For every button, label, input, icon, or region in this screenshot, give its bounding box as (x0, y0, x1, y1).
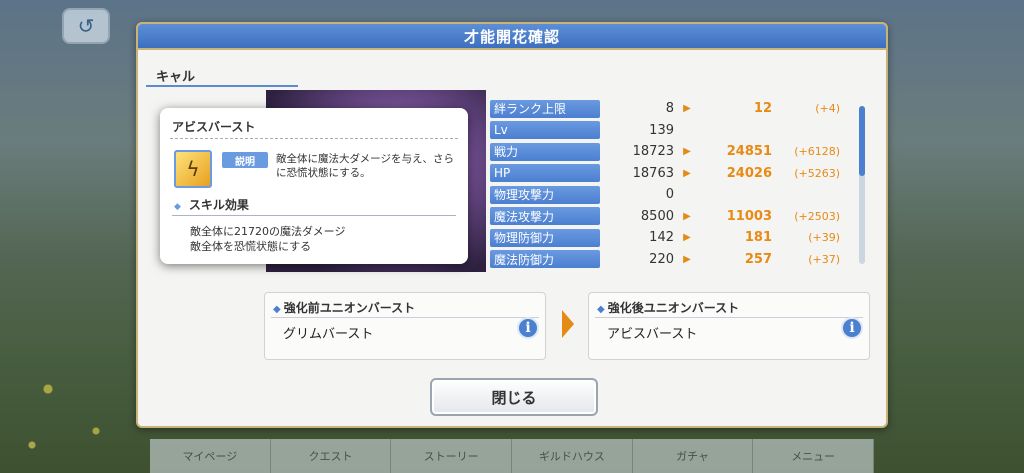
stat-diff: (+2503) (794, 209, 840, 223)
stat-after: 11003 (726, 208, 772, 224)
stat-label: 物理攻撃力 (490, 185, 600, 204)
stat-label: HP (490, 164, 600, 183)
stat-before: 139 (649, 122, 674, 138)
divider (271, 317, 539, 318)
stat-before: 8500 (640, 208, 674, 224)
stat-row: 魔法攻撃力 8500 ▶ 11003 (+2503) (490, 206, 842, 228)
stat-diff: (+5263) (794, 166, 840, 180)
divider (170, 138, 458, 139)
stat-before: 220 (649, 251, 674, 267)
ub-before-panel: ◆ 強化前ユニオンバースト グリムバースト i (264, 292, 546, 360)
back-button[interactable]: ↺ (62, 8, 110, 44)
nav-item[interactable]: ガチャ (632, 439, 754, 473)
nav-item[interactable]: メニュー (753, 439, 875, 473)
arrow-right-icon: ▶ (683, 232, 691, 244)
stat-before: 8 (665, 101, 674, 117)
arrow-right-icon (562, 310, 574, 338)
diamond-icon: ◆ (273, 304, 281, 315)
arrow-right-icon: ▶ (683, 146, 691, 158)
back-arrow-icon: ↺ (77, 14, 95, 38)
stat-before: 18763 (632, 165, 674, 181)
stat-diff: (+39) (808, 231, 840, 245)
stat-label: 物理防御力 (490, 228, 600, 247)
stat-label: 戦力 (490, 142, 600, 161)
stat-after: 257 (744, 251, 772, 267)
nav-item[interactable]: ギルドハウス (512, 439, 633, 473)
arrow-right-icon: ▶ (683, 167, 691, 179)
stat-row: Lv 139 (490, 120, 842, 142)
stat-row: 物理防御力 142 ▶ 181 (+39) (490, 227, 842, 249)
bottom-nav: マイページ クエスト ストーリー ギルドハウス ガチャ メニュー (150, 439, 875, 473)
divider (595, 317, 863, 318)
stat-after: 24026 (726, 165, 772, 181)
stat-diff: (+37) (808, 252, 840, 266)
stat-diff: (+4) (815, 102, 840, 116)
nav-item[interactable]: クエスト (270, 439, 392, 473)
ub-after-name: アビスバースト (607, 327, 698, 342)
close-button[interactable]: 閉じる (430, 378, 598, 416)
stat-before: 0 (665, 187, 674, 203)
stat-after: 12 (753, 101, 772, 117)
stats-scrollbar[interactable] (859, 106, 865, 264)
stat-row: 戦力 18723 ▶ 24851 (+6128) (490, 141, 842, 163)
stat-row: 物理攻撃力 0 (490, 184, 842, 206)
arrow-right-icon: ▶ (683, 103, 691, 115)
skill-icon: ϟ (174, 150, 212, 188)
stats-table: 絆ランク上限 8 ▶ 12 (+4) Lv 139 戦力 18723 ▶ 248… (490, 98, 842, 270)
effect-text: 敵全体に21720の魔法ダメージ 敵全体を恐慌状態にする (190, 224, 345, 254)
effect-heading: ◆ スキル効果 (174, 198, 249, 212)
stat-row: 魔法防御力 220 ▶ 257 (+37) (490, 249, 842, 271)
ub-after-panel: ◆ 強化後ユニオンバースト アビスバースト i (588, 292, 870, 360)
stat-row: HP 18763 ▶ 24026 (+5263) (490, 163, 842, 185)
diamond-icon: ◆ (174, 202, 181, 212)
effect-line: 敵全体を恐慌状態にする (190, 240, 312, 253)
skill-description: 敵全体に魔法大ダメージを与え、さらに恐慌状態にする。 (276, 153, 454, 179)
nav-item[interactable]: ストーリー (391, 439, 513, 473)
character-name: キャル (156, 70, 196, 85)
stat-after: 181 (744, 230, 772, 246)
skill-detail-popup[interactable]: アビスバースト ϟ 説明 敵全体に魔法大ダメージを与え、さらに恐慌状態にする。 … (160, 108, 468, 264)
ub-before-name: グリムバースト (283, 327, 374, 342)
divider (172, 215, 456, 216)
info-icon[interactable]: i (841, 317, 863, 339)
description-tag: 説明 (222, 152, 268, 168)
arrow-right-icon: ▶ (683, 253, 691, 265)
arrow-right-icon: ▶ (683, 210, 691, 222)
stat-before: 18723 (632, 144, 674, 160)
effect-line: 敵全体に21720の魔法ダメージ (190, 225, 346, 238)
stat-label: Lv (490, 121, 600, 140)
stat-before: 142 (649, 230, 674, 246)
stat-after: 24851 (726, 144, 772, 160)
stat-label: 魔法防御力 (490, 250, 600, 269)
stat-row: 絆ランク上限 8 ▶ 12 (+4) (490, 98, 842, 120)
info-icon[interactable]: i (517, 317, 539, 339)
stat-diff: (+6128) (794, 145, 840, 159)
scrollbar-thumb[interactable] (859, 106, 865, 176)
divider (146, 85, 298, 87)
nav-item[interactable]: マイページ (150, 439, 271, 473)
diamond-icon: ◆ (597, 304, 605, 315)
stat-label: 絆ランク上限 (490, 99, 600, 118)
stat-label: 魔法攻撃力 (490, 207, 600, 226)
ub-before-title: ◆ 強化前ユニオンバースト (273, 301, 416, 315)
dialog-title: 才能開花確認 (138, 24, 886, 50)
popup-title: アビスバースト (172, 120, 256, 134)
ub-after-title: ◆ 強化後ユニオンバースト (597, 301, 740, 315)
